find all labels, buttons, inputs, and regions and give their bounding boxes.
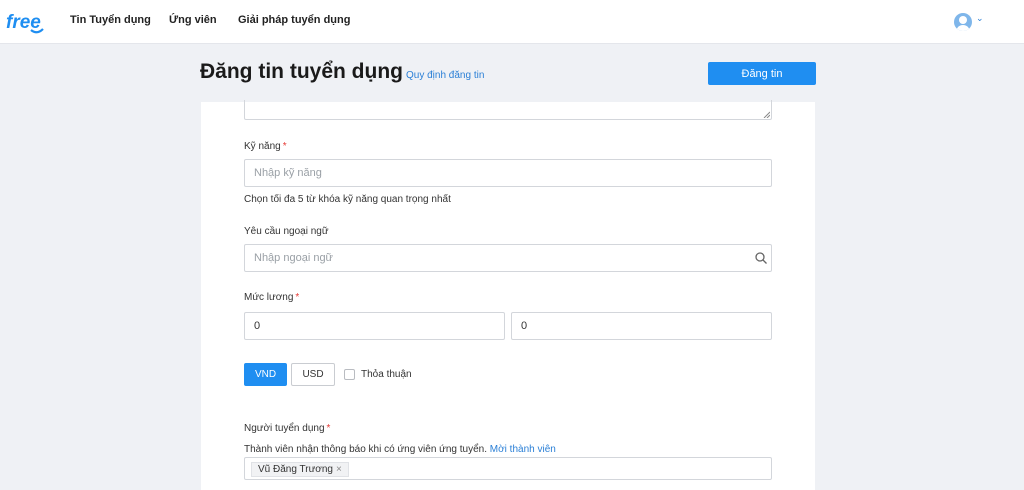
recruiter-label: Người tuyển dụng * [244,423,330,434]
top-nav: free Tin Tuyển dụng Ứng viên Giải pháp t… [0,0,1024,44]
recruiter-help-text: Thành viên nhận thông báo khi có ứng viê… [244,444,488,455]
close-icon[interactable]: × [336,464,342,475]
language-label: Yêu cầu ngoại ngữ [244,226,329,237]
skills-label: Kỹ năng * [244,141,287,152]
description-textarea[interactable] [244,100,772,120]
skills-help-text: Chọn tối đa 5 từ khóa kỹ năng quan trọng… [244,194,451,205]
svg-text:free: free [6,12,41,33]
negotiable-checkbox[interactable] [344,369,355,380]
salary-max-input[interactable] [511,312,772,340]
nav-link-jobs[interactable]: Tin Tuyển dụng [70,14,151,26]
language-input[interactable] [244,244,772,272]
required-mark: * [295,292,300,303]
negotiable-label: Thỏa thuận [361,369,412,380]
required-mark: * [326,423,331,434]
job-form-card: Kỹ năng* Chọn tối đa 5 từ khóa kỹ năng q… [201,100,815,490]
recruiter-label-text: Người tuyển dụng [244,423,325,434]
user-avatar-icon[interactable] [954,13,972,31]
post-job-button[interactable]: Đăng tin [708,62,816,85]
posting-rules-link[interactable]: Quy định đăng tin [406,70,484,81]
skills-input[interactable] [244,159,772,187]
recruiter-help: Thành viên nhận thông báo khi có ứng viê… [244,444,556,455]
required-mark: * [282,141,287,152]
currency-usd-button[interactable]: USD [291,363,335,386]
salary-label: Mức lương * [244,292,299,303]
recruiter-tag: Vũ Đăng Trương × [251,462,349,477]
page-title: Đăng tin tuyển dụng [200,60,403,83]
nav-link-candidates[interactable]: Ứng viên [169,14,217,26]
recruiter-select[interactable]: Vũ Đăng Trương × [244,457,772,480]
chevron-down-icon[interactable]: ⌄ [976,13,984,24]
logo[interactable]: free [6,8,44,36]
salary-label-text: Mức lương [244,292,294,303]
resize-handle-icon[interactable] [763,111,770,118]
invite-member-link[interactable]: Mời thành viên [490,444,556,455]
nav-link-solutions[interactable]: Giải pháp tuyển dụng [238,14,350,26]
salary-min-input[interactable] [244,312,505,340]
currency-vnd-button[interactable]: VND [244,363,287,386]
skills-label-text: Kỹ năng [244,141,281,152]
search-icon[interactable] [754,251,768,265]
recruiter-tag-label: Vũ Đăng Trương [258,464,333,475]
